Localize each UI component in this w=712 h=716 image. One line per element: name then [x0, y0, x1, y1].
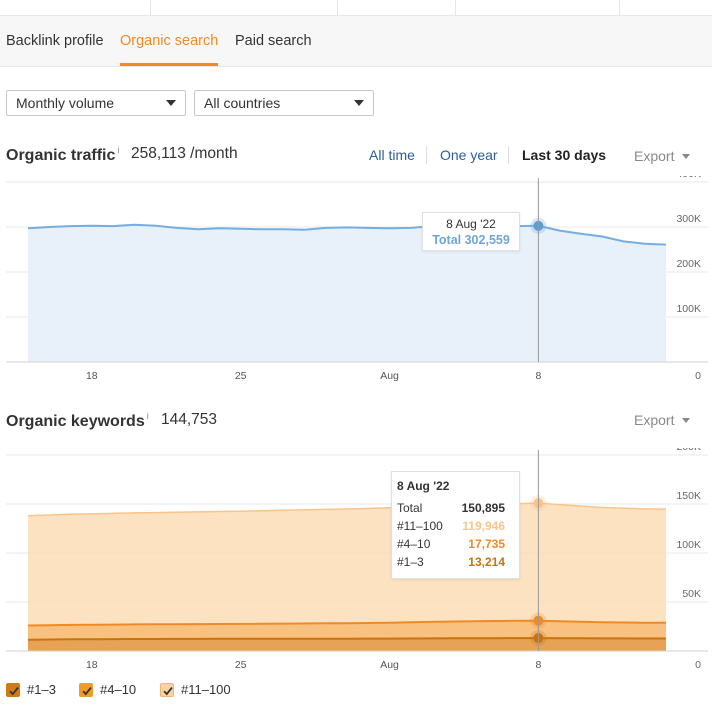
y-tick-label: 300K — [676, 213, 701, 225]
tooltip-row-value: 119,946 — [462, 519, 505, 533]
traffic-tooltip-total-value: 302,559 — [464, 233, 510, 247]
caret-down-icon — [682, 418, 691, 423]
x-tick-label: Aug — [380, 659, 399, 671]
tooltip-row-label: #1–3 — [397, 555, 424, 569]
export-label: Export — [634, 148, 675, 164]
y-tick-label: 100K — [676, 539, 701, 551]
y-tick-label: 150K — [676, 490, 701, 502]
organic-keywords-title: Organic keywords i — [6, 411, 149, 431]
tooltip-row-value: 150,895 — [461, 501, 505, 515]
tooltip-row-label: #4–10 — [397, 537, 431, 551]
y-tick-label: 200K — [676, 448, 701, 453]
organic-traffic-title: Organic traffic i — [6, 145, 119, 165]
traffic-area — [28, 224, 666, 362]
keywords-tooltip-date: 8 Aug '22 — [397, 479, 450, 493]
organic-keywords-chart[interactable]: 0 50K 100K 150K 200K 18 25 Aug 8 — [0, 448, 712, 673]
organic-traffic-value: 258,113 /month — [131, 145, 238, 162]
top-strip-divider — [455, 0, 456, 16]
tooltip-row-label: Total — [397, 501, 423, 515]
y-tick-label: 0 — [695, 370, 701, 382]
traffic-tooltip-total: Total 302,559 — [423, 233, 519, 247]
range-divider — [426, 146, 427, 164]
traffic-tooltip-total-label: Total — [432, 233, 462, 247]
x-tick-label: 18 — [86, 370, 98, 382]
legend-label: #1–3 — [27, 682, 56, 697]
legend-label: #4–10 — [100, 682, 137, 697]
keywords-tooltip-row-1-3: #1–3 13,214 — [397, 555, 513, 573]
checkbox-checked-icon[interactable] — [79, 683, 93, 697]
top-strip-divider — [619, 0, 620, 16]
x-tick-label: Aug — [380, 370, 399, 382]
volume-select-value: Monthly volume — [16, 95, 115, 111]
traffic-export-button[interactable]: Export — [634, 148, 691, 164]
caret-down-icon — [166, 100, 176, 106]
checkbox-checked-icon[interactable] — [6, 683, 20, 697]
tooltip-row-value: 13,214 — [468, 555, 505, 569]
keywords-tooltip: 8 Aug '22 Total 150,895 #11–100 119,946 … — [391, 471, 520, 579]
info-icon[interactable]: i — [147, 411, 149, 421]
keywords-export-button[interactable]: Export — [634, 412, 691, 428]
x-tick-label: 18 — [86, 659, 98, 671]
tab-organic-search[interactable]: Organic search — [120, 16, 219, 66]
keywords-tooltip-row-total: Total 150,895 — [397, 501, 513, 519]
y-tick-label: 0 — [695, 659, 701, 671]
organic-keywords-value: 144,753 — [161, 411, 218, 428]
y-tick-label: 400K — [676, 176, 701, 180]
volume-select[interactable]: Monthly volume — [6, 90, 186, 116]
traffic-tooltip: 8 Aug '22 Total 302,559 — [422, 212, 520, 251]
x-tick-label: 25 — [235, 370, 247, 382]
tab-bar: Backlink profile Organic search Paid sea… — [0, 16, 712, 67]
legend-label: #11–100 — [181, 682, 231, 697]
caret-down-icon — [682, 154, 691, 159]
top-strip-divider — [150, 0, 151, 16]
organic-keywords-title-text: Organic keywords — [6, 413, 145, 430]
traffic-tooltip-date: 8 Aug '22 — [446, 217, 496, 231]
top-strip-divider — [337, 0, 338, 16]
tooltip-row-label: #11–100 — [397, 519, 443, 533]
country-select-value: All countries — [204, 95, 281, 111]
country-select[interactable]: All countries — [194, 90, 374, 116]
y-tick-label: 50K — [682, 588, 701, 600]
range-divider — [508, 146, 509, 164]
keywords-tooltip-row-4-10: #4–10 17,735 — [397, 537, 513, 555]
organic-traffic-chart[interactable]: 0 100K 200K 300K 400K 18 25 Aug 8 — [0, 176, 712, 386]
tab-paid-search[interactable]: Paid search — [235, 16, 312, 66]
keywords-tooltip-row-11-100: #11–100 119,946 — [397, 519, 513, 537]
range-one-year[interactable]: One year — [440, 147, 498, 163]
tab-backlink-profile[interactable]: Backlink profile — [6, 16, 104, 66]
organic-traffic-title-text: Organic traffic — [6, 147, 116, 164]
top-strip — [0, 0, 712, 16]
x-tick-label: 8 — [535, 659, 541, 671]
x-tick-label: 25 — [235, 659, 247, 671]
caret-down-icon — [354, 100, 364, 106]
y-tick-label: 100K — [676, 303, 701, 315]
range-all-time[interactable]: All time — [369, 147, 415, 163]
checkbox-checked-icon[interactable] — [160, 683, 174, 697]
y-tick-label: 200K — [676, 258, 701, 270]
tooltip-row-value: 17,735 — [468, 537, 505, 551]
range-last-30-days[interactable]: Last 30 days — [522, 147, 606, 163]
export-label: Export — [634, 412, 675, 428]
x-tick-label: 8 — [535, 370, 541, 382]
info-icon[interactable]: i — [117, 145, 119, 155]
